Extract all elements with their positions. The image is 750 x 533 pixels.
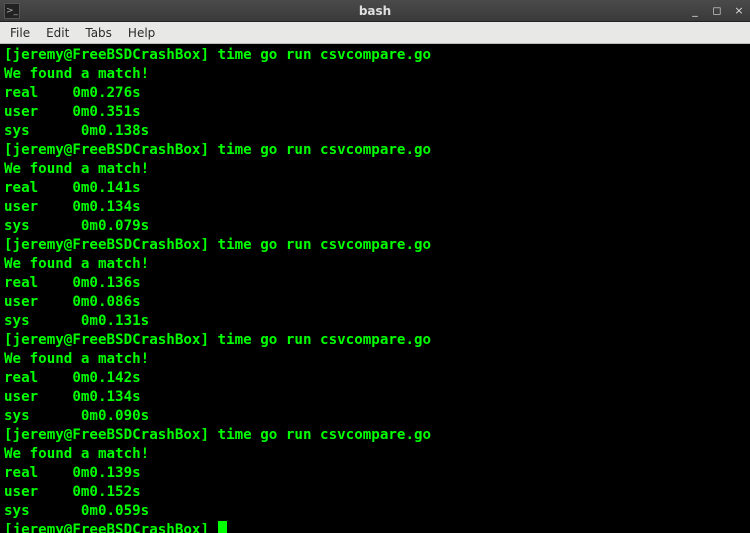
time-user: user 0m0.152s [4,483,746,502]
cursor [218,521,227,533]
time-real: real 0m0.142s [4,369,746,388]
time-user: user 0m0.351s [4,103,746,122]
window-controls: _ ◻ × [684,2,750,20]
output-line: We found a match! [4,65,746,84]
window-titlebar: >_ bash _ ◻ × [0,0,750,22]
time-user: user 0m0.134s [4,388,746,407]
time-real: real 0m0.136s [4,274,746,293]
output-line: We found a match! [4,160,746,179]
prompt-line[interactable]: [jeremy@FreeBSDCrashBox] [4,521,746,533]
output-line: We found a match! [4,445,746,464]
menu-file[interactable]: File [2,24,38,42]
menubar: File Edit Tabs Help [0,22,750,44]
time-sys: sys 0m0.090s [4,407,746,426]
menu-edit[interactable]: Edit [38,24,77,42]
time-user: user 0m0.086s [4,293,746,312]
time-sys: sys 0m0.131s [4,312,746,331]
menu-tabs[interactable]: Tabs [77,24,120,42]
maximize-button[interactable]: ◻ [706,2,728,20]
prompt-line: [jeremy@FreeBSDCrashBox] time go run csv… [4,236,746,255]
output-line: We found a match! [4,255,746,274]
prompt-line: [jeremy@FreeBSDCrashBox] time go run csv… [4,331,746,350]
menu-help[interactable]: Help [120,24,163,42]
time-sys: sys 0m0.079s [4,217,746,236]
close-button[interactable]: × [728,2,750,20]
time-sys: sys 0m0.059s [4,502,746,521]
time-real: real 0m0.139s [4,464,746,483]
prompt-line: [jeremy@FreeBSDCrashBox] time go run csv… [4,46,746,65]
terminal-viewport[interactable]: [jeremy@FreeBSDCrashBox] time go run csv… [0,44,750,533]
terminal-icon: >_ [4,3,20,19]
prompt-line: [jeremy@FreeBSDCrashBox] time go run csv… [4,426,746,445]
minimize-button[interactable]: _ [684,2,706,20]
time-sys: sys 0m0.138s [4,122,746,141]
time-user: user 0m0.134s [4,198,746,217]
time-real: real 0m0.276s [4,84,746,103]
window-title: bash [0,4,750,18]
prompt-line: [jeremy@FreeBSDCrashBox] time go run csv… [4,141,746,160]
time-real: real 0m0.141s [4,179,746,198]
output-line: We found a match! [4,350,746,369]
